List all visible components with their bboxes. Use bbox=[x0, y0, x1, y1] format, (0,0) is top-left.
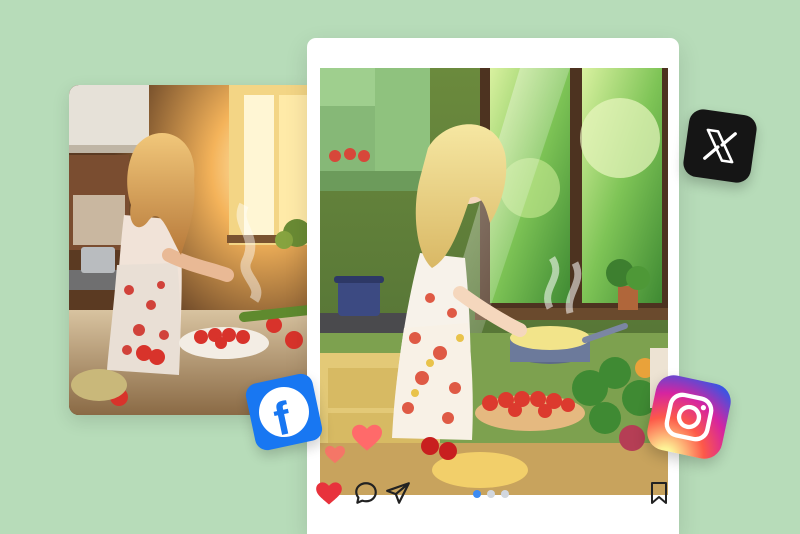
instagram-badge[interactable] bbox=[643, 371, 735, 463]
social-post-card bbox=[307, 38, 679, 534]
like-button[interactable] bbox=[315, 480, 343, 508]
x-badge[interactable] bbox=[681, 107, 759, 185]
facebook-letter: f bbox=[269, 391, 295, 442]
x-logo-icon bbox=[703, 128, 737, 164]
save-button[interactable] bbox=[647, 480, 675, 508]
floating-heart-icon bbox=[350, 422, 384, 457]
carousel-dot[interactable] bbox=[501, 490, 509, 498]
floating-heart-icon bbox=[324, 444, 346, 469]
share-button[interactable] bbox=[385, 480, 413, 508]
comment-icon bbox=[355, 482, 377, 504]
cooking-photo-art bbox=[69, 85, 319, 415]
heart-icon bbox=[316, 482, 342, 505]
instagram-icon bbox=[664, 392, 714, 442]
bookmark-icon bbox=[651, 482, 667, 504]
carousel-dot[interactable] bbox=[487, 490, 495, 498]
post-action-bar bbox=[307, 476, 679, 516]
facebook-badge[interactable]: f bbox=[243, 371, 325, 453]
cooking-photo bbox=[69, 85, 319, 415]
comment-button[interactable] bbox=[353, 480, 381, 508]
carousel-indicator bbox=[473, 490, 509, 498]
carousel-dot-active[interactable] bbox=[473, 490, 481, 498]
facebook-icon: f bbox=[254, 382, 314, 442]
send-icon bbox=[386, 482, 410, 504]
